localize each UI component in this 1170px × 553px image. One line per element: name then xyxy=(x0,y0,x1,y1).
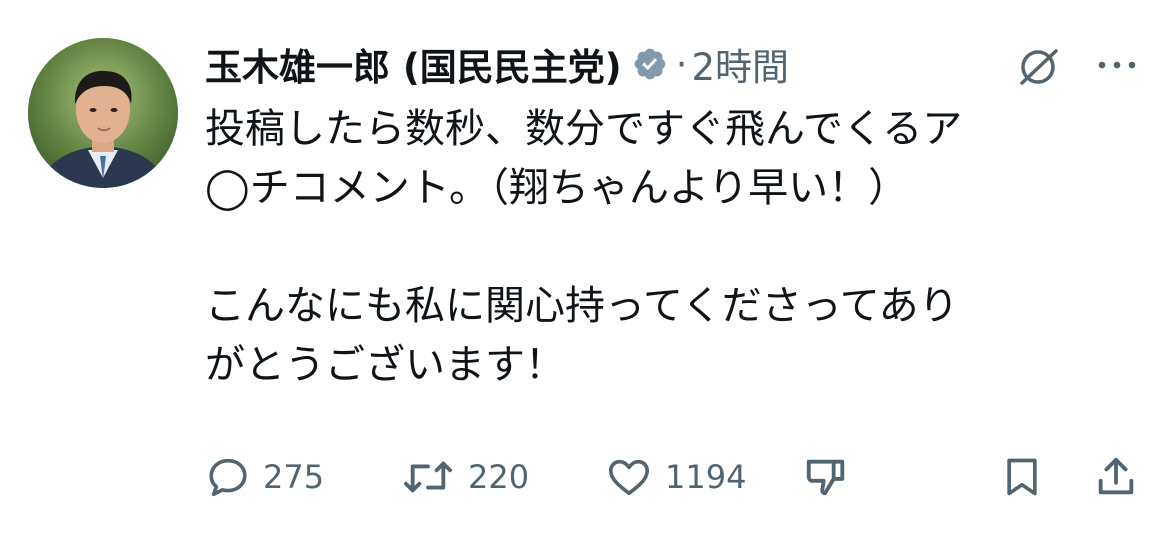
reply-count: 275 xyxy=(263,458,325,496)
action-bar: 275 220 1194 xyxy=(205,447,1145,507)
grok-icon[interactable] xyxy=(1015,44,1061,90)
like-icon xyxy=(608,459,650,496)
avatar-image xyxy=(28,38,178,188)
author-name[interactable]: 玉木雄一郎 (国民民主党) xyxy=(205,37,622,91)
like-button[interactable]: 1194 xyxy=(605,447,746,507)
thumbs-down-icon xyxy=(806,459,845,496)
more-icon[interactable] xyxy=(1093,50,1141,80)
avatar[interactable] xyxy=(28,38,178,188)
retweet-button[interactable]: 220 xyxy=(400,447,529,507)
tweet-header: 玉木雄一郎 (国民民主党) · 2時間 xyxy=(205,36,789,92)
reply-button[interactable]: 275 xyxy=(205,447,324,507)
tweet-text: 投稿したら数秒、数分ですぐ飛んでくるア ◯チコメント。（翔ちゃんより早い！） こ… xyxy=(205,106,963,388)
verified-badge-icon[interactable] xyxy=(632,46,668,82)
share-icon xyxy=(1098,457,1134,495)
bookmark-icon xyxy=(1007,458,1037,496)
like-count: 1194 xyxy=(665,458,747,496)
retweet-count: 220 xyxy=(468,458,530,496)
reply-icon xyxy=(209,458,247,497)
retweet-icon xyxy=(404,461,452,493)
dislike-button[interactable] xyxy=(803,447,849,507)
share-button[interactable] xyxy=(1093,447,1139,507)
tweet[interactable]: 玉木雄一郎 (国民民主党) · 2時間 投稿したら数秒、数分ですぐ飛んでくるア … xyxy=(0,0,1170,553)
meta-separator: · xyxy=(675,42,688,86)
timestamp[interactable]: 2時間 xyxy=(691,37,789,91)
bookmark-button[interactable] xyxy=(1000,447,1044,507)
